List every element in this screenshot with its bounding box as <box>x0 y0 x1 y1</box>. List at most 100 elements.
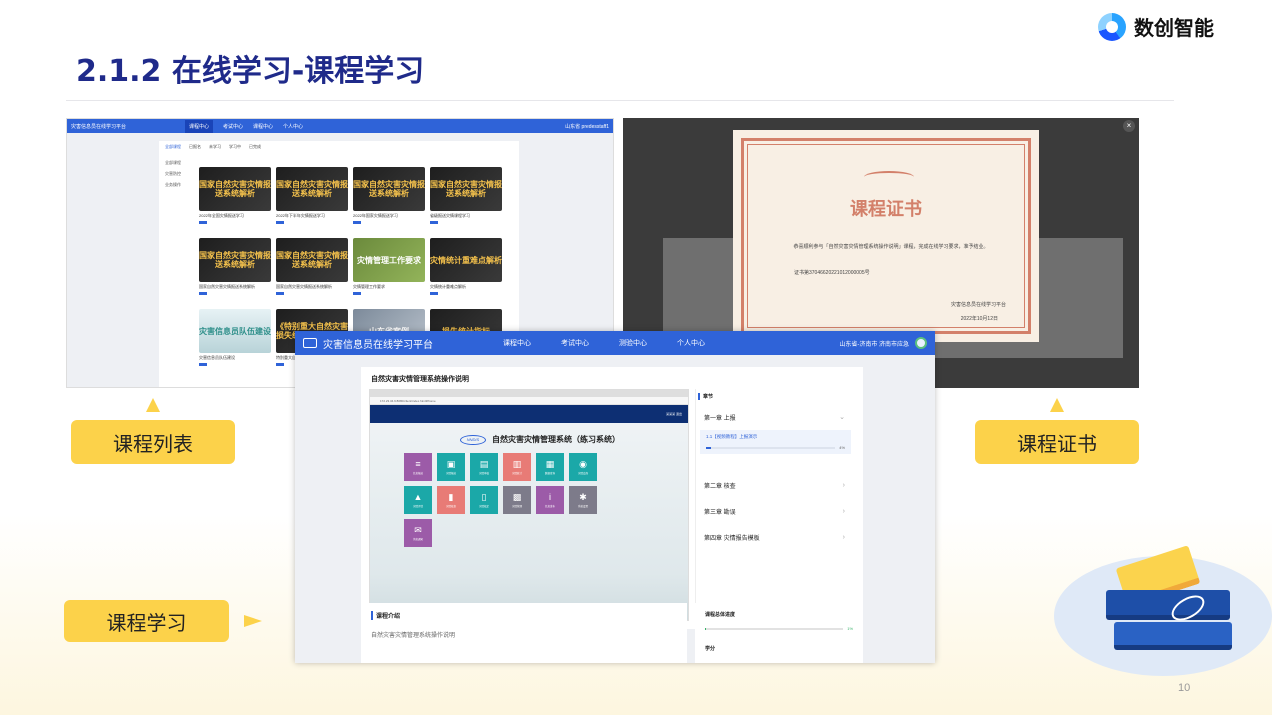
module-label: 系统设置 <box>577 505 588 508</box>
module-tile[interactable]: ▩ 灾情管理 <box>503 486 531 514</box>
course-thumbnail[interactable]: 灾害信息员队伍建设 <box>199 309 271 353</box>
brand: 数创智能 <box>1098 12 1214 41</box>
slide-title: 2.1.2 在线学习-课程学习 <box>76 54 425 89</box>
course-tag <box>199 221 207 224</box>
user-name[interactable]: 山东省-济南市 济南市应急 <box>839 339 909 348</box>
user-menu[interactable]: 山东省-济南市 济南市应急 <box>839 337 927 349</box>
course-thumbnail[interactable]: 国家自然灾害灾情报送系统解析 <box>199 238 271 282</box>
nav-personal-center[interactable]: 个人中心 <box>677 338 705 348</box>
arrow-up-icon <box>146 398 160 412</box>
books-icon <box>1106 540 1246 670</box>
course-list-nav-2[interactable]: 课程中心 <box>253 123 273 130</box>
course-card[interactable]: 国家自然灾害灾情报送系统解析 2022年全国灾情报送学习 <box>199 167 271 233</box>
course-thumbnail[interactable]: 灾情管理工作要求 <box>353 238 425 282</box>
course-list-nav-1[interactable]: 考试中心 <box>223 123 243 130</box>
sidebar-item[interactable]: 灾害防控 <box>165 171 191 177</box>
callout-course-list: 课程列表 <box>71 420 235 464</box>
course-card[interactable]: 灾情管理工作要求 灾情管理工作要求 <box>353 238 425 304</box>
module-icon: ▲ <box>413 492 423 502</box>
course-thumbnail[interactable]: 国家自然灾害灾情报送系统解析 <box>276 238 348 282</box>
chevron-right-icon: › <box>842 533 845 541</box>
lesson-progress-fill <box>706 446 712 449</box>
course-tag <box>353 292 361 295</box>
module-tile[interactable]: ▮ 灾情核查 <box>437 486 465 514</box>
study-topbar: 灾害信息员在线学习平台 课程中心 考试中心 测验中心 个人中心 山东省-济南市 … <box>295 331 935 355</box>
course-tag <box>353 221 361 224</box>
course-list-tab[interactable]: 已报名 <box>189 144 201 150</box>
course-intro-text: 自然灾害灾情管理系统操作说明 <box>371 633 456 639</box>
course-list-topbar: 灾害信息员在线学习平台 课程中心 考试中心 课程中心 个人中心 山东省 pred… <box>67 119 613 133</box>
video-player[interactable]: 172.23.34.9:8080/client/index.html#/home… <box>369 389 689 621</box>
course-thumbnail[interactable]: 灾情统计重难点解析 <box>430 238 502 282</box>
course-thumbnail[interactable]: 国家自然灾害灾情报送系统解析 <box>430 167 502 211</box>
module-icon: ✱ <box>579 492 587 502</box>
course-caption: 2022年全国灾情报送学习 <box>199 213 244 218</box>
browser-chrome <box>370 390 688 397</box>
chapter-item[interactable]: 第一章 上报 ⌄ <box>696 404 855 430</box>
module-tile[interactable]: ▥ 灾情统计 <box>503 453 531 481</box>
chapter-item[interactable]: 第三章 勘误 › <box>696 498 855 524</box>
nav-exam-center[interactable]: 考试中心 <box>561 338 589 348</box>
course-list-tabs: 全部课程 已报名 未学习 学习中 已完成 <box>165 144 261 150</box>
module-icon: i <box>549 492 551 502</box>
system-header: 某某某 退出 <box>370 405 688 423</box>
module-tile[interactable]: ◉ 灾情会商 <box>569 453 597 481</box>
avatar[interactable] <box>915 337 927 349</box>
module-icon: ▣ <box>446 459 456 469</box>
course-thumbnail[interactable]: 国家自然灾害灾情报送系统解析 <box>199 167 271 211</box>
chapter-item[interactable]: 第四章 灾情报告模板 › <box>696 524 855 550</box>
course-list-tab[interactable]: 全部课程 <box>165 144 181 150</box>
chapter-title: 第二章 核查 <box>704 483 736 490</box>
sidebar-item[interactable]: 全部课程 <box>165 160 191 166</box>
certificate-title: 课程证书 <box>850 199 922 220</box>
course-card[interactable]: 国家自然灾害灾情报送系统解析 2022年国家灾情报送学习 <box>353 167 425 233</box>
course-list-tab[interactable]: 已完成 <box>249 144 261 150</box>
course-tag <box>276 292 284 295</box>
course-thumbnail[interactable]: 国家自然灾害灾情报送系统解析 <box>353 167 425 211</box>
module-icon: ✉ <box>414 525 422 535</box>
platform-logo-icon <box>303 338 317 348</box>
module-tile[interactable]: ▣ 灾情报送 <box>437 453 465 481</box>
course-tag <box>430 292 438 295</box>
module-label: 灾情报送 <box>445 472 456 475</box>
system-title: 自然灾害灾情管理系统（练习系统） <box>492 435 620 444</box>
course-card[interactable]: 国家自然灾害灾情报送系统解析 2022年下半年灾情报送学习 <box>276 167 348 233</box>
chevron-right-icon: › <box>842 507 845 515</box>
module-tile[interactable]: i 信息发布 <box>536 486 564 514</box>
sidebar-item[interactable]: 业务操作 <box>165 182 191 188</box>
certificate-issuer: 灾害信息员在线学习平台 <box>950 302 1006 308</box>
course-list-tab[interactable]: 学习中 <box>229 144 241 150</box>
course-caption: 灾害信息员队伍建设 <box>199 355 235 360</box>
module-label: 灾情会商 <box>577 472 588 475</box>
course-list-tab[interactable]: 未学习 <box>209 144 221 150</box>
close-icon[interactable]: × <box>1123 120 1135 132</box>
nav-course-center[interactable]: 课程中心 <box>503 338 531 348</box>
course-list-nav-3[interactable]: 个人中心 <box>283 123 303 130</box>
course-list-nav-0[interactable]: 课程中心 <box>185 119 214 133</box>
brand-logo-icon <box>1098 12 1126 41</box>
module-tile[interactable]: ▯ 灾情核定 <box>470 486 498 514</box>
module-tile[interactable]: ▤ 灾情审核 <box>470 453 498 481</box>
course-card[interactable]: 灾情统计重难点解析 灾情统计重难点解析 <box>430 238 502 304</box>
course-list-user[interactable]: 山东省 predesstaff1 <box>565 123 609 130</box>
lesson-progress-bar <box>706 446 836 449</box>
module-label: 灾情统计 <box>511 472 522 475</box>
nav-quiz-center[interactable]: 测验中心 <box>619 338 647 348</box>
course-title: 自然灾害灾情管理系统操作说明 <box>371 376 469 383</box>
module-tile[interactable]: ▦ 数据查询 <box>536 453 564 481</box>
lesson-item[interactable]: 1.1【视频教程】上报演示 4% <box>700 430 851 454</box>
module-label: 信息报送 <box>412 472 423 475</box>
overall-progress-fill <box>705 627 707 630</box>
course-card[interactable]: 国家自然灾害灾情报送系统解析 国家自然灾害灾情报送系统解析 <box>199 238 271 304</box>
course-card[interactable]: 国家自然灾害灾情报送系统解析 国家自然灾害灾情报送系统解析 <box>276 238 348 304</box>
chapter-item[interactable]: 第二章 核查 › <box>696 472 855 498</box>
module-tile[interactable]: ✱ 系统设置 <box>569 486 597 514</box>
module-tile[interactable]: ≡ 信息报送 <box>404 453 432 481</box>
module-tile[interactable]: ▲ 灾情评估 <box>404 486 432 514</box>
course-card[interactable]: 国家自然灾害灾情报送系统解析 省级报送灾情课程学习 <box>430 167 502 233</box>
overall-progress-text: 1% <box>847 626 853 631</box>
course-thumbnail[interactable]: 国家自然灾害灾情报送系统解析 <box>276 167 348 211</box>
module-label: 灾情核查 <box>445 505 456 508</box>
module-tile[interactable]: ✉ 消息通知 <box>404 519 432 547</box>
course-card[interactable]: 灾害信息员队伍建设 灾害信息员队伍建设 <box>199 309 271 375</box>
